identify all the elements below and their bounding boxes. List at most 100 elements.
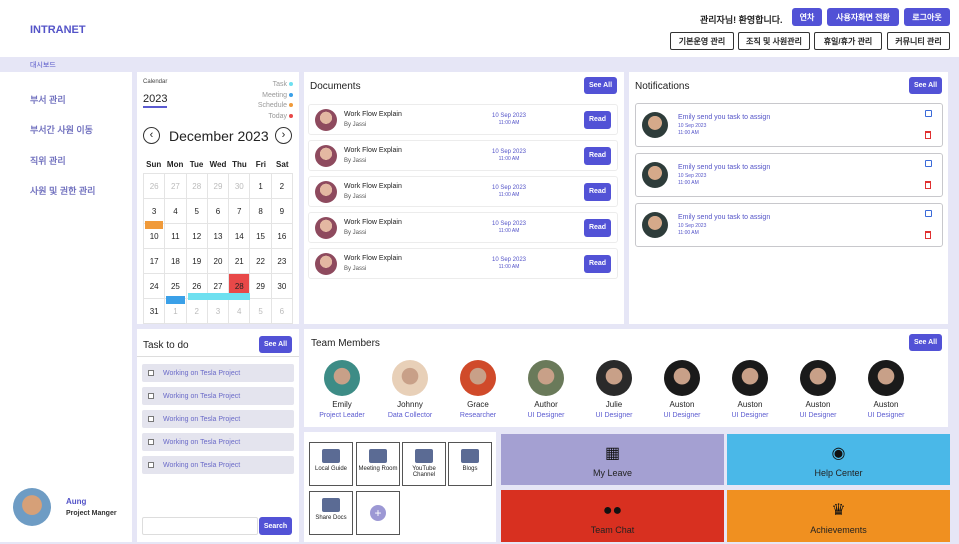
task-checkbox[interactable] <box>148 416 154 422</box>
notifications-see-all-button[interactable]: See All <box>909 77 942 94</box>
calendar-day[interactable]: 2 <box>186 299 208 324</box>
calendar-day[interactable]: 23 <box>271 249 293 274</box>
calendar-day[interactable]: 9 <box>271 199 293 224</box>
quick-link-youtube-channel[interactable]: YouTube Channel <box>402 442 446 486</box>
edit-icon[interactable] <box>925 110 932 117</box>
task-item[interactable]: Working on Tesla Project <box>142 456 294 474</box>
team-member[interactable]: Auston UI Designer <box>788 360 848 419</box>
sidebar-item-transfer[interactable]: 부서간 사원 이동 <box>30 123 93 136</box>
calendar-day[interactable]: 26 <box>144 174 166 199</box>
calendar-day[interactable]: 5 <box>186 199 208 224</box>
task-checkbox[interactable] <box>148 462 154 468</box>
meeting-event-bar[interactable] <box>166 296 185 304</box>
calendar-day[interactable]: 27 <box>165 174 187 199</box>
calendar-day[interactable]: 6 <box>207 199 230 224</box>
calendar-day[interactable]: 19 <box>186 249 208 274</box>
tasks-see-all-button[interactable]: See All <box>259 336 292 353</box>
calendar-day[interactable]: 5 <box>250 299 272 324</box>
schedule-event-bar[interactable] <box>145 221 164 229</box>
document-name[interactable]: Work Flow Explain <box>344 219 464 226</box>
calendar-day[interactable]: 29 <box>250 274 272 299</box>
sidebar-item-permissions[interactable]: 사원 및 권한 관리 <box>30 184 95 197</box>
calendar-day[interactable]: 3 <box>207 299 230 324</box>
read-button[interactable]: Read <box>584 218 611 237</box>
calendar-day[interactable]: 8 <box>250 199 272 224</box>
notification-text[interactable]: Emily send you task to assign <box>678 114 770 121</box>
calendar-day[interactable]: 4 <box>165 199 187 224</box>
calendar-day[interactable]: 4 <box>229 299 251 324</box>
document-name[interactable]: Work Flow Explain <box>344 255 464 262</box>
calendar-day[interactable]: 28 <box>186 174 208 199</box>
team-member[interactable]: Julie UI Designer <box>584 360 644 419</box>
task-item[interactable]: Working on Tesla Project <box>142 364 294 382</box>
team-member[interactable]: Auston UI Designer <box>856 360 916 419</box>
tile-my-leave[interactable]: ▦ My Leave <box>501 434 724 485</box>
quick-link-share-docs[interactable]: Share Docs <box>309 491 353 535</box>
calendar-day[interactable]: 22 <box>250 249 272 274</box>
leave-button[interactable]: 연차 <box>792 8 822 26</box>
quick-link-blogs[interactable]: Blogs <box>448 442 492 486</box>
calendar-day[interactable]: 24 <box>144 274 166 299</box>
tile-team-chat[interactable]: ●● Team Chat <box>501 490 724 542</box>
read-button[interactable]: Read <box>584 182 611 201</box>
calendar-day[interactable]: 31 <box>144 299 166 324</box>
notification-text[interactable]: Emily send you task to assign <box>678 214 770 221</box>
quick-link-local-guide[interactable]: Local Guide <box>309 442 353 486</box>
prev-month-button[interactable]: ‹ <box>143 127 160 144</box>
read-button[interactable]: Read <box>584 110 611 129</box>
calendar-day[interactable]: 2 <box>271 174 293 199</box>
edit-icon[interactable] <box>925 160 932 167</box>
calendar-day[interactable]: 15 <box>250 224 272 249</box>
team-member[interactable]: Johnny Data Collector <box>380 360 440 419</box>
task-item[interactable]: Working on Tesla Project <box>142 433 294 451</box>
tile-achievements[interactable]: ♛ Achievements <box>727 490 950 542</box>
calendar-day[interactable]: 25 <box>165 274 187 304</box>
task-search-input[interactable] <box>142 517 258 535</box>
calendar-day[interactable]: 3 <box>144 199 166 229</box>
document-name[interactable]: Work Flow Explain <box>344 147 464 154</box>
documents-see-all-button[interactable]: See All <box>584 77 617 94</box>
calendar-day[interactable]: 27 <box>187 274 250 300</box>
calendar-day[interactable]: 29 <box>207 174 230 199</box>
calendar-day[interactable]: 13 <box>207 224 230 249</box>
calendar-day[interactable]: 1 <box>250 174 272 199</box>
tile-help-center[interactable]: ◉ Help Center <box>727 434 950 485</box>
task-item[interactable]: Working on Tesla Project <box>142 410 294 428</box>
calendar-day[interactable]: 7 <box>229 199 251 224</box>
notification-text[interactable]: Emily send you task to assign <box>678 164 770 171</box>
team-member[interactable]: Auston UI Designer <box>720 360 780 419</box>
tab-holiday[interactable]: 휴일/휴가 관리 <box>814 32 882 50</box>
team-see-all-button[interactable]: See All <box>909 334 942 351</box>
task-checkbox[interactable] <box>148 370 154 376</box>
calendar-day[interactable]: 30 <box>229 174 251 199</box>
next-month-button[interactable]: › <box>275 127 292 144</box>
calendar-day[interactable]: 6 <box>271 299 293 324</box>
read-button[interactable]: Read <box>584 254 611 273</box>
task-checkbox[interactable] <box>148 393 154 399</box>
document-name[interactable]: Work Flow Explain <box>344 183 464 190</box>
quick-link-meeting-room[interactable]: Meeting Room <box>356 442 400 486</box>
team-member[interactable]: Emily Project Leader <box>312 360 372 419</box>
team-member[interactable]: Auston UI Designer <box>652 360 712 419</box>
task-search-button[interactable]: Search <box>259 517 292 535</box>
calendar-day[interactable]: 18 <box>165 249 187 274</box>
team-member[interactable]: Author UI Designer <box>516 360 576 419</box>
sidebar-item-department[interactable]: 부서 관리 <box>30 93 66 106</box>
task-item[interactable]: Working on Tesla Project <box>142 387 294 405</box>
document-name[interactable]: Work Flow Explain <box>344 111 464 118</box>
sidebar-item-position[interactable]: 직위 관리 <box>30 154 66 167</box>
trash-icon[interactable] <box>925 181 931 189</box>
calendar-day[interactable]: 14 <box>229 224 251 249</box>
trash-icon[interactable] <box>925 231 931 239</box>
team-member[interactable]: Grace Researcher <box>448 360 508 419</box>
calendar-day[interactable]: 11 <box>165 224 187 249</box>
read-button[interactable]: Read <box>584 146 611 165</box>
calendar-day[interactable]: 20 <box>207 249 230 274</box>
tab-org-staff[interactable]: 조직 및 사원관리 <box>738 32 810 50</box>
logout-button[interactable]: 로그아웃 <box>904 8 950 26</box>
quick-link-add[interactable]: + <box>356 491 400 535</box>
calendar-day[interactable]: 12 <box>186 224 208 249</box>
task-event-bar[interactable] <box>187 293 250 300</box>
avatar[interactable] <box>13 488 51 526</box>
tab-basic-ops[interactable]: 기본운영 관리 <box>670 32 734 50</box>
